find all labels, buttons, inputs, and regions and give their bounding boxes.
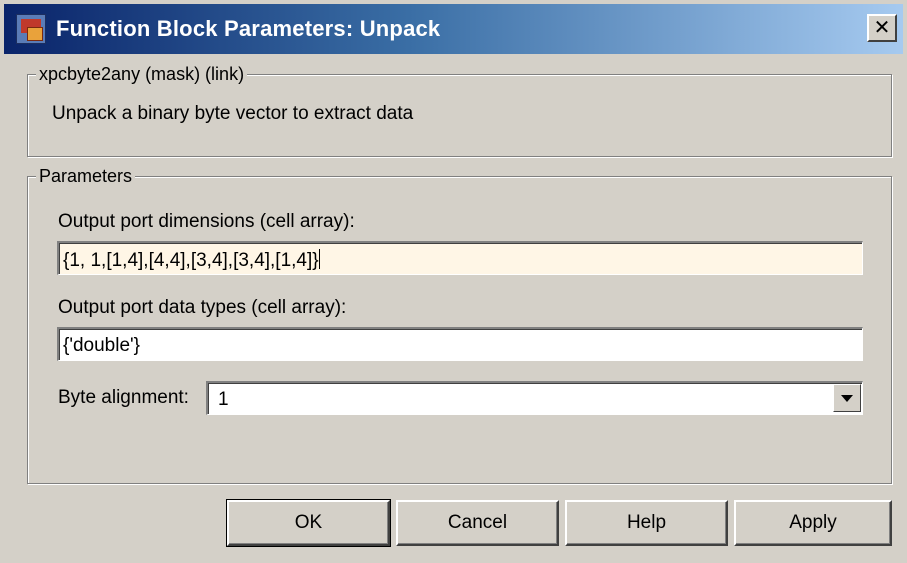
cancel-button-label: Cancel (447, 512, 508, 533)
byte-alignment-value: 1 (218, 389, 229, 410)
help-button-label: Help (626, 512, 667, 533)
apply-button[interactable]: Apply (734, 500, 892, 546)
ok-button-label: OK (294, 512, 323, 533)
output-types-field[interactable]: {'double'} (57, 327, 863, 361)
apply-button-label: Apply (789, 512, 837, 533)
close-button[interactable]: ✕ (867, 14, 897, 42)
chevron-down-icon (841, 394, 853, 402)
mask-description: Unpack a binary byte vector to extract d… (52, 103, 414, 124)
text-cursor (318, 249, 320, 269)
simulink-block-icon (16, 14, 46, 44)
output-dimensions-value: {1, 1,[1,4],[4,4],[3,4],[3,4],[1,4]} (63, 250, 319, 271)
output-dimensions-label: Output port dimensions (cell array): (58, 211, 355, 232)
mask-group-legend: xpcbyte2any (mask) (link) (36, 63, 248, 85)
parameters-group: Parameters Output port dimensions (cell … (27, 165, 892, 484)
output-dimensions-field[interactable]: {1, 1,[1,4],[4,4],[3,4],[3,4],[1,4]} (57, 241, 863, 275)
output-types-label: Output port data types (cell array): (58, 297, 347, 318)
title-bar[interactable]: Function Block Parameters: Unpack ✕ (4, 4, 903, 54)
window-title: Function Block Parameters: Unpack (56, 16, 441, 41)
byte-alignment-select[interactable]: 1 (206, 381, 863, 415)
dropdown-arrow-button[interactable] (833, 384, 861, 412)
help-button[interactable]: Help (565, 500, 728, 546)
cancel-button[interactable]: Cancel (396, 500, 559, 546)
mask-description-group: xpcbyte2any (mask) (link) Unpack a binar… (27, 63, 892, 157)
parameters-group-legend: Parameters (36, 165, 136, 187)
dialog-window: Function Block Parameters: Unpack ✕ xpcb… (0, 0, 907, 563)
close-icon: ✕ (873, 17, 891, 39)
byte-alignment-label: Byte alignment: (58, 387, 189, 408)
output-types-value: {'double'} (63, 335, 141, 356)
ok-button[interactable]: OK (226, 499, 391, 547)
